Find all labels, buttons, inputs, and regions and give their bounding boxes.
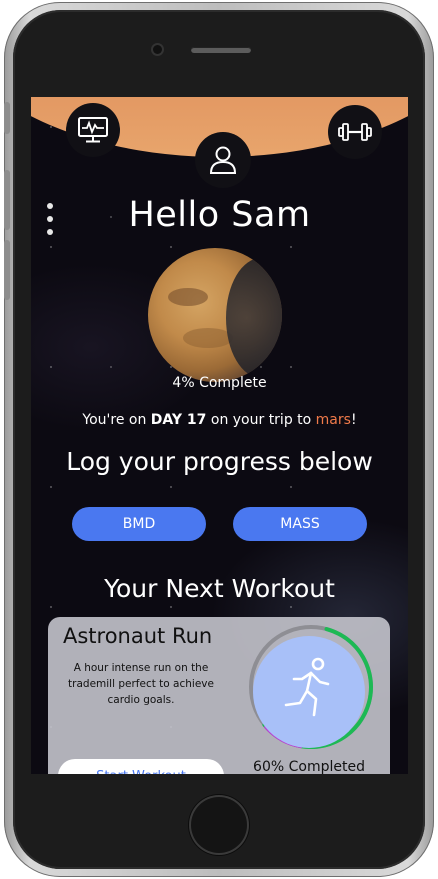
greeting-title: Hello Sam (128, 195, 311, 235)
volume-down-button (4, 240, 10, 300)
profile-button[interactable] (195, 132, 251, 188)
dumbbell-button[interactable] (328, 105, 382, 159)
workout-title: Astronaut Run (63, 624, 213, 648)
progress-complete-text: 4% Complete (172, 375, 267, 391)
mass-button[interactable]: MASS (233, 507, 367, 541)
workout-card[interactable]: Astronaut Run A hour intense run on the … (48, 617, 390, 774)
next-workout-heading: Your Next Workout (104, 574, 335, 603)
runner-badge (253, 636, 365, 748)
log-progress-heading: Log your progress below (66, 447, 373, 476)
volume-up-button (4, 170, 10, 230)
mars-planet-image (148, 248, 282, 382)
workout-completion-text: 60% Completed (253, 759, 365, 774)
dumbbell-icon (338, 123, 372, 141)
bmd-button[interactable]: BMD (72, 507, 206, 541)
earpiece-speaker (191, 47, 251, 53)
day-count: DAY 17 (150, 412, 207, 428)
start-workout-button[interactable]: Start Workout (58, 759, 224, 774)
front-camera (153, 45, 162, 54)
destination-name: mars (315, 412, 351, 428)
app-screen: Hello Sam 4% Complete You're on DAY 17 o… (31, 97, 408, 774)
profile-icon (209, 146, 237, 174)
workout-description: A hour intense run on the trademill perf… (68, 662, 214, 706)
trip-status: You're on DAY 17 on your trip to mars! (82, 412, 357, 428)
runner-icon (284, 657, 330, 717)
mute-switch (4, 102, 10, 134)
monitor-icon (78, 117, 108, 143)
monitor-button[interactable] (66, 103, 120, 157)
home-button[interactable] (191, 797, 247, 853)
